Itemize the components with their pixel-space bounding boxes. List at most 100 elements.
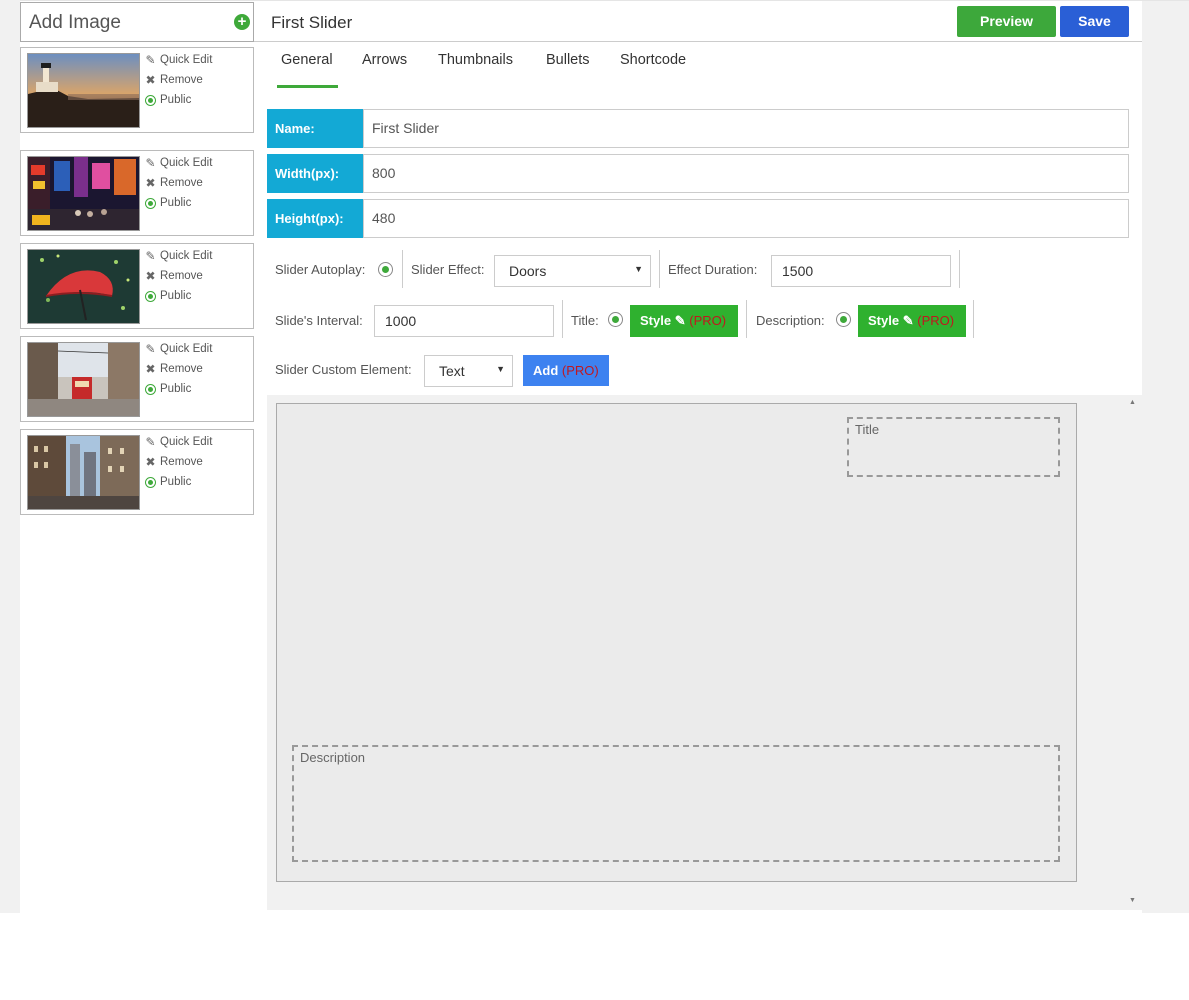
- remove-label: Remove: [160, 456, 203, 468]
- pro-badge: (PRO): [917, 313, 955, 328]
- quick-edit-link[interactable]: ✎ Quick Edit: [144, 432, 212, 452]
- description-placeholder: Description: [300, 750, 366, 765]
- title-toggle-label: Title:: [571, 313, 599, 328]
- title-placeholder-box[interactable]: Title: [847, 417, 1060, 477]
- divider: [402, 250, 403, 288]
- tab-general[interactable]: General: [281, 52, 333, 68]
- radio-icon: [145, 197, 156, 209]
- description-style-button[interactable]: Style ✎ (PRO): [858, 305, 966, 337]
- effect-value: Doors: [509, 263, 547, 279]
- close-icon: ✖: [145, 269, 156, 283]
- image-actions: ✎ Quick Edit ✖ Remove Public: [144, 246, 212, 306]
- name-label: Name:: [267, 109, 363, 148]
- add-label: Add: [533, 363, 559, 378]
- radio-icon: [145, 290, 156, 302]
- edit-icon: ✎: [145, 249, 156, 263]
- description-placeholder-box[interactable]: Description: [292, 745, 1060, 862]
- width-row: Width(px): 800: [267, 154, 1129, 193]
- autoplay-radio[interactable]: [378, 262, 393, 277]
- image-actions: ✎ Quick Edit ✖ Remove Public: [144, 50, 212, 110]
- pro-badge: (PRO): [561, 363, 599, 378]
- tab-bullets[interactable]: Bullets: [546, 52, 590, 68]
- remove-link[interactable]: ✖ Remove: [144, 70, 212, 90]
- add-image-label: Add Image: [29, 12, 121, 33]
- public-toggle[interactable]: Public: [144, 193, 212, 213]
- image-card: ✎ Quick Edit ✖ Remove Public: [20, 150, 254, 236]
- quick-edit-label: Quick Edit: [160, 436, 213, 448]
- image-thumbnail[interactable]: [27, 342, 140, 417]
- effect-select[interactable]: Doors ▼: [494, 255, 651, 287]
- remove-link[interactable]: ✖ Remove: [144, 452, 212, 472]
- remove-link[interactable]: ✖ Remove: [144, 359, 212, 379]
- image-actions: ✎ Quick Edit ✖ Remove Public: [144, 339, 212, 399]
- quick-edit-link[interactable]: ✎ Quick Edit: [144, 50, 212, 70]
- custom-element-label: Slider Custom Element:: [275, 362, 412, 377]
- quick-edit-link[interactable]: ✎ Quick Edit: [144, 246, 212, 266]
- tab-thumbnails[interactable]: Thumbnails: [438, 52, 513, 68]
- divider: [562, 300, 563, 338]
- image-thumbnail[interactable]: [27, 53, 140, 128]
- interval-input[interactable]: 1000: [374, 305, 554, 337]
- visibility-label: Public: [160, 476, 192, 488]
- edit-icon: ✎: [902, 313, 914, 328]
- remove-link[interactable]: ✖ Remove: [144, 266, 212, 286]
- remove-link[interactable]: ✖ Remove: [144, 173, 212, 193]
- edit-icon: ✎: [674, 313, 686, 328]
- remove-label: Remove: [160, 177, 203, 189]
- interval-label: Slide's Interval:: [275, 313, 363, 328]
- height-row: Height(px): 480: [267, 199, 1129, 238]
- add-image-button[interactable]: Add Image +: [20, 2, 254, 42]
- height-input[interactable]: 480: [363, 199, 1129, 238]
- title-radio[interactable]: [608, 312, 623, 327]
- image-thumbnail[interactable]: [27, 435, 140, 510]
- width-input[interactable]: 800: [363, 154, 1129, 193]
- public-toggle[interactable]: Public: [144, 472, 212, 492]
- image-card: ✎ Quick Edit ✖ Remove Public: [20, 243, 254, 329]
- visibility-label: Public: [160, 197, 192, 209]
- public-toggle[interactable]: Public: [144, 286, 212, 306]
- divider: [973, 300, 974, 338]
- radio-icon: [145, 476, 156, 488]
- tab-arrows[interactable]: Arrows: [362, 52, 407, 68]
- close-icon: ✖: [145, 73, 156, 87]
- radio-icon: [145, 383, 156, 395]
- slider-title: First Slider: [271, 13, 353, 32]
- height-label: Height(px):: [267, 199, 363, 238]
- quick-edit-link[interactable]: ✎ Quick Edit: [144, 153, 212, 173]
- autoplay-label: Slider Autoplay:: [275, 262, 366, 277]
- remove-label: Remove: [160, 270, 203, 282]
- description-toggle-label: Description:: [756, 313, 825, 328]
- plus-circle-icon[interactable]: +: [234, 14, 250, 30]
- name-input[interactable]: First Slider: [363, 109, 1129, 148]
- duration-input[interactable]: 1500: [771, 255, 951, 287]
- caret-down-icon: ▼: [634, 264, 643, 274]
- custom-element-select[interactable]: Text ▼: [424, 355, 513, 387]
- add-element-button[interactable]: Add (PRO): [523, 355, 609, 386]
- title-placeholder: Title: [855, 422, 880, 437]
- image-actions: ✎ Quick Edit ✖ Remove Public: [144, 432, 212, 492]
- public-toggle[interactable]: Public: [144, 90, 212, 110]
- title-style-button[interactable]: Style ✎ (PRO): [630, 305, 738, 337]
- description-radio[interactable]: [836, 312, 851, 327]
- header-divider: [254, 41, 1142, 42]
- remove-label: Remove: [160, 74, 203, 86]
- custom-element-value: Text: [439, 363, 465, 379]
- public-toggle[interactable]: Public: [144, 379, 212, 399]
- quick-edit-label: Quick Edit: [160, 157, 213, 169]
- preview-button[interactable]: Preview: [957, 6, 1056, 37]
- active-tab-indicator: [277, 85, 338, 88]
- tab-shortcode[interactable]: Shortcode: [620, 52, 686, 68]
- image-actions: ✎ Quick Edit ✖ Remove Public: [144, 153, 212, 213]
- save-button[interactable]: Save: [1060, 6, 1129, 37]
- quick-edit-link[interactable]: ✎ Quick Edit: [144, 339, 212, 359]
- image-thumbnail[interactable]: [27, 156, 140, 231]
- image-card: ✎ Quick Edit ✖ Remove Public: [20, 47, 254, 133]
- scroll-down-icon[interactable]: ▼: [1129, 897, 1136, 904]
- name-row: Name: First Slider: [267, 109, 1129, 148]
- scroll-up-icon[interactable]: ▲: [1129, 399, 1136, 406]
- divider: [659, 250, 660, 288]
- image-thumbnail[interactable]: [27, 249, 140, 324]
- close-icon: ✖: [145, 362, 156, 376]
- visibility-label: Public: [160, 290, 192, 302]
- image-card: ✎ Quick Edit ✖ Remove Public: [20, 336, 254, 422]
